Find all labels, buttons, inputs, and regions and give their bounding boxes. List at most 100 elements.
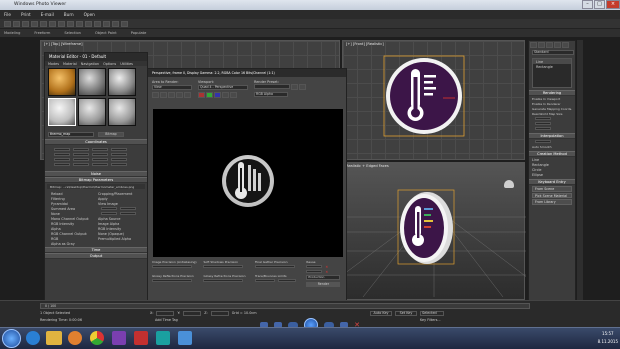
motion-tab-icon[interactable] [554,42,561,48]
menu-file[interactable]: File [4,12,11,17]
z-field[interactable] [210,311,229,316]
reuse-x-icon[interactable]: ✕ [325,265,328,269]
menu-open[interactable]: Open [84,12,95,17]
mono-icon[interactable] [230,92,237,98]
modify-tab-icon[interactable] [538,42,545,48]
auto-key-button[interactable]: Auto Key [370,311,392,316]
sample-slot-6[interactable] [108,98,136,126]
select-icon[interactable] [40,20,47,27]
ribbon-tab-selection[interactable]: Selection [64,31,81,35]
save-icon[interactable] [152,92,159,98]
mtl-type-button[interactable]: Bitmap [98,132,124,137]
redo-icon[interactable] [13,20,20,27]
chrome-icon[interactable] [90,331,104,345]
from-scene-button[interactable]: From Scene [532,186,572,192]
ribbon-tab-freeform[interactable]: Freeform [34,31,50,35]
rotate-icon[interactable] [58,20,65,27]
alpha-channel-icon[interactable] [222,92,229,98]
app-icon-2[interactable] [134,331,148,345]
media-player-icon[interactable] [68,331,82,345]
ribbon-tab-modeling[interactable]: Modeling [4,31,20,35]
sample-slot-5[interactable] [78,98,106,126]
premultiplied-alpha[interactable]: Premultiplied Alpha [95,236,144,241]
generate-mapping[interactable]: Generate Mapping Coords. [529,106,575,111]
max-icon[interactable] [156,331,170,345]
bitmap-path[interactable]: Bitmap: ...rs\Desktop\thermo\thermometer… [47,184,145,189]
hierarchy-tab-icon[interactable] [546,42,553,48]
add-time-tag[interactable]: Add Time Tag [155,318,178,322]
scrollbar[interactable] [577,40,583,302]
mtl-menu-navigation[interactable]: Navigation [81,62,99,66]
clone-icon[interactable] [168,92,175,98]
unlink-icon[interactable] [31,20,38,27]
close-button[interactable]: × [606,0,620,9]
rollout-keyboard-entry[interactable]: Keyboard Entry [529,179,575,185]
key-filters-button[interactable]: Key Filters... [420,318,441,322]
from-library-button[interactable]: From Library [532,199,572,205]
sample-slot-2[interactable] [78,68,106,96]
rollout-output[interactable]: Output [45,253,147,259]
app-icon-1[interactable] [112,331,126,345]
vfb-area-dropdown[interactable]: View [152,85,192,90]
pick-scene-material-button[interactable]: Pick Scene Material [532,192,572,198]
ribbon-tab-populate[interactable]: Populate [131,31,147,35]
mtl-menu-options[interactable]: Options [103,62,116,66]
material-editor-icon[interactable] [103,20,110,27]
sample-slot-3[interactable] [108,68,136,96]
minimize-button[interactable]: – [582,0,593,9]
environment-icon[interactable] [299,84,306,90]
sample-slot-4[interactable] [48,98,76,126]
mtl-name-field[interactable]: thermo_map [48,132,94,137]
mtl-menu-material[interactable]: Material [63,62,77,66]
menu-burn[interactable]: Burn [64,12,74,17]
snap-icon[interactable] [76,20,83,27]
mtl-menu-utilities[interactable]: Utilities [120,62,133,66]
scale-icon[interactable] [67,20,74,27]
auto-smooth[interactable]: Auto Smooth [529,144,575,149]
ie-icon[interactable] [26,331,40,345]
render-setup-small-icon[interactable] [291,84,298,90]
ribbon-tab-object-paint[interactable]: Object Paint [95,31,117,35]
display-tab-icon[interactable] [562,42,569,48]
blue-channel-icon[interactable] [214,92,221,98]
production-dropdown[interactable]: Production [306,275,341,280]
sample-slot-1[interactable] [48,68,76,96]
time-slider[interactable]: 0 / 100 [40,303,530,309]
mirror-icon[interactable] [85,20,92,27]
red-channel-icon[interactable] [198,92,205,98]
menu-email[interactable]: E-mail [41,12,54,17]
render-setup-icon[interactable] [112,20,119,27]
rgb-channel-alpha-gray[interactable]: Alpha as Gray [48,241,92,246]
copy-icon[interactable] [160,92,167,98]
render-icon[interactable] [121,20,128,27]
y-field[interactable] [183,311,202,316]
reuse-x-icon-2[interactable]: ✕ [325,270,328,274]
link-icon[interactable] [22,20,29,27]
clock-date[interactable]: 8.11.2015 [598,338,618,346]
object-type-dropdown[interactable]: Standard [532,50,574,55]
clear-icon[interactable] [184,92,191,98]
start-button[interactable] [2,329,21,348]
vfb-viewport-dropdown[interactable]: Quad 4 - Perspective [198,85,248,90]
rollout-bitmap-parameters[interactable]: Bitmap Parameters [45,177,147,183]
menu-print[interactable]: Print [21,12,31,17]
move-icon[interactable] [49,20,56,27]
align-icon[interactable] [94,20,101,27]
explorer-icon[interactable] [46,331,62,345]
mtl-menu-modes[interactable]: Modes [48,62,59,66]
undo-icon[interactable] [4,20,11,27]
green-channel-icon[interactable] [206,92,213,98]
photo-viewer-icon[interactable] [178,331,192,345]
render-button[interactable]: Render [306,282,341,287]
print-icon[interactable] [176,92,183,98]
object-item-2[interactable]: Rectangle [533,64,571,69]
vfb-preset-dropdown[interactable] [254,84,290,89]
maximize-button[interactable]: □ [594,0,605,9]
shape-ellipse[interactable]: Ellipse [529,172,575,177]
selected-dropdown[interactable]: Selected [420,311,444,316]
x-field[interactable] [156,311,175,316]
clock-time[interactable]: 15:57 [598,330,618,338]
set-key-button[interactable]: Set Key [395,311,417,316]
vfb-channel-dropdown[interactable]: RGB Alpha [254,92,288,97]
create-tab-icon[interactable] [530,42,537,48]
